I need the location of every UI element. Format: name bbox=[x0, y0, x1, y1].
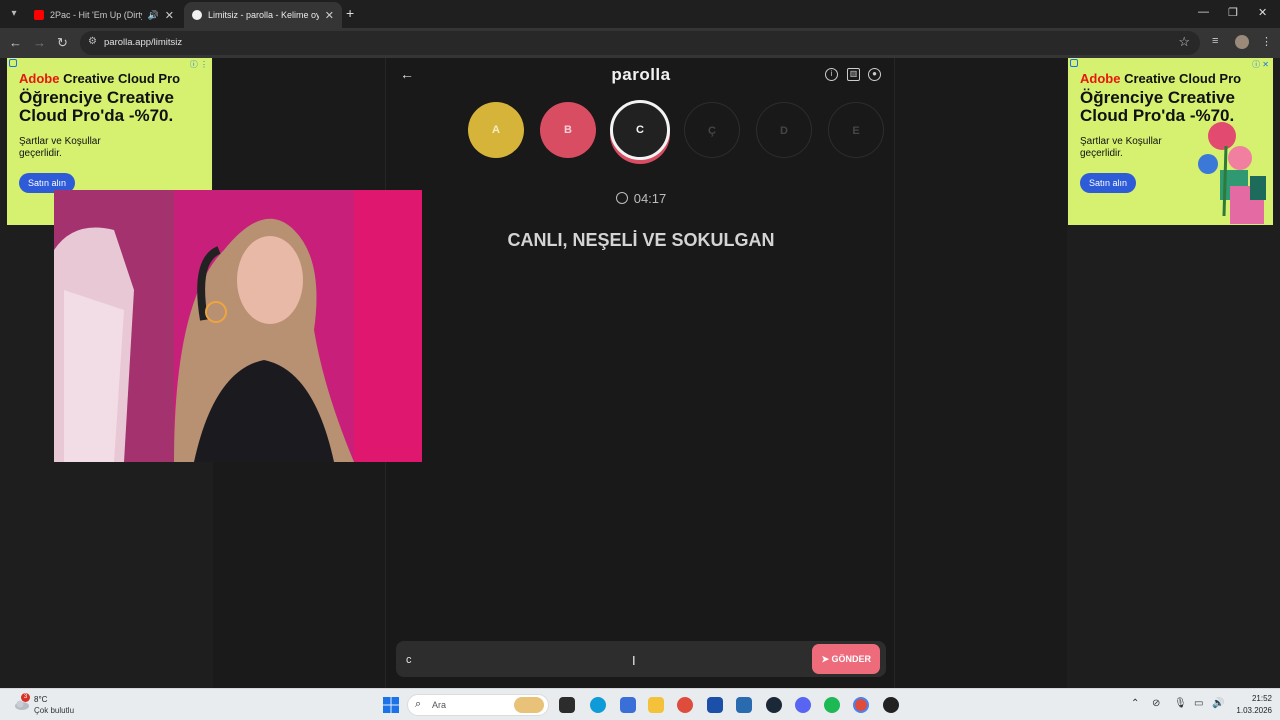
page-viewport: ⓘ ⋮ Adobe Creative Cloud Pro Öğrenciye C… bbox=[0, 58, 1280, 688]
app-icon[interactable] bbox=[736, 697, 752, 713]
store-icon[interactable] bbox=[620, 697, 636, 713]
url-text[interactable]: parolla.app/limitsiz bbox=[104, 37, 182, 48]
send-icon: ➤ bbox=[821, 654, 832, 664]
browser-toolbar: ← → ↻ ⚙ parolla.app/limitsiz ☆ ≡ ⋮ bbox=[0, 28, 1280, 58]
timer-value: 04:17 bbox=[633, 191, 667, 206]
text-cursor-icon: I bbox=[632, 653, 636, 668]
steam-icon[interactable] bbox=[766, 697, 782, 713]
chrome-icon[interactable] bbox=[677, 697, 693, 713]
user-profile-icon[interactable]: ● bbox=[868, 68, 881, 81]
tab-title: Limitsiz - parolla - Kelime oyun bbox=[208, 10, 319, 20]
letter-circle-c: C bbox=[610, 100, 670, 160]
search-icon: ⌕ bbox=[415, 698, 422, 710]
bookmark-star-icon[interactable]: ☆ bbox=[1178, 34, 1190, 50]
streamer-webcam-image bbox=[54, 190, 422, 462]
stats-chart-icon[interactable]: ▥ bbox=[847, 68, 860, 81]
browser-tab-parolla[interactable]: Limitsiz - parolla - Kelime oyun ✕ bbox=[184, 2, 342, 28]
network-icon[interactable]: ⊘ bbox=[1152, 698, 1160, 709]
letter-circle-c-cedilla: Ç bbox=[684, 102, 740, 158]
browser-tab-youtube[interactable]: 2Pac - Hit 'Em Up (Dirty) (M 🔊 ✕ bbox=[26, 2, 182, 28]
reading-list-icon[interactable]: ≡ bbox=[1212, 35, 1218, 47]
close-tab-icon[interactable]: ✕ bbox=[325, 9, 334, 22]
clue-text: CANLI, NEŞELİ VE SOKULGAN bbox=[507, 230, 775, 250]
file-explorer-icon[interactable] bbox=[648, 697, 664, 713]
new-tab-button[interactable]: + bbox=[346, 6, 354, 20]
windows-start-icon[interactable] bbox=[383, 697, 399, 713]
spotify-icon[interactable] bbox=[824, 697, 840, 713]
ad-cta-button[interactable]: Satın alın bbox=[1080, 173, 1137, 193]
letter-circle-b: B bbox=[540, 102, 596, 158]
ad-brand: Adobe Creative Cloud Pro bbox=[1080, 71, 1242, 86]
parolla-game-panel: ← parolla i ▥ ● A B C Ç D E 04:17 CANLI,… bbox=[385, 58, 895, 688]
ad-choices-icon[interactable]: ⓘ ✕ bbox=[1252, 59, 1269, 70]
tray-overflow-icon[interactable]: ⌃ bbox=[1131, 698, 1139, 709]
discord-icon[interactable] bbox=[795, 697, 811, 713]
forward-arrow-icon[interactable]: → bbox=[33, 34, 46, 52]
info-icon[interactable]: i bbox=[825, 68, 838, 81]
address-bar[interactable]: ⚙ parolla.app/limitsiz ☆ bbox=[80, 31, 1200, 55]
ad-headline: Öğrenciye Creative Cloud Pro'da -%70. bbox=[19, 88, 174, 125]
webcam-overlay bbox=[54, 190, 422, 462]
ad-choices-icon[interactable]: ⓘ ⋮ bbox=[190, 59, 208, 70]
menu-dots-icon[interactable]: ⋮ bbox=[1261, 35, 1272, 48]
clock-icon bbox=[615, 192, 628, 204]
ad-artwork-image bbox=[1198, 122, 1266, 224]
browser-tab-strip: ▾ 2Pac - Hit 'Em Up (Dirty) (M 🔊 ✕ Limit… bbox=[0, 0, 1280, 28]
close-window-icon[interactable]: ✕ bbox=[1258, 6, 1267, 19]
restore-window-icon[interactable]: ❐ bbox=[1228, 6, 1238, 19]
app-logo[interactable]: parolla bbox=[386, 65, 896, 85]
letter-circle-d: D bbox=[756, 102, 812, 158]
task-view-icon[interactable] bbox=[559, 697, 575, 713]
obs-icon[interactable] bbox=[883, 697, 899, 713]
letter-circle-a: A bbox=[468, 102, 524, 158]
weather-temperature[interactable]: 8°C bbox=[34, 695, 47, 704]
minimize-window-icon[interactable]: — bbox=[1198, 6, 1209, 18]
chrome-active-icon[interactable] bbox=[853, 697, 869, 713]
reload-icon[interactable]: ↻ bbox=[57, 34, 68, 52]
volume-icon[interactable]: 🔊 bbox=[1212, 698, 1224, 709]
back-arrow-icon[interactable]: ← bbox=[9, 34, 22, 52]
ad-brand: Adobe Creative Cloud Pro bbox=[19, 71, 181, 86]
send-answer-button[interactable]: ➤ GÖNDER bbox=[812, 644, 880, 674]
tab-title: 2Pac - Hit 'Em Up (Dirty) (M bbox=[50, 10, 142, 20]
answer-form: I ➤ GÖNDER bbox=[396, 641, 886, 677]
search-placeholder: Ara bbox=[432, 700, 447, 710]
ad-logo-icon bbox=[1070, 59, 1078, 67]
microsoft-store-icon[interactable] bbox=[707, 697, 723, 713]
countdown-timer: 04:17 bbox=[386, 191, 896, 206]
tab-search-button[interactable]: ▾ bbox=[4, 4, 24, 24]
letter-wheel: A B C Ç D E bbox=[386, 100, 896, 162]
parolla-favicon-icon bbox=[192, 10, 202, 20]
taskbar: 3 8°C Çok bulutlu ⌕ Ara ⌃ ⊘ 🎙 ▭ 🔊 21:52 … bbox=[0, 688, 1280, 720]
youtube-icon bbox=[34, 10, 44, 20]
taskbar-search[interactable]: ⌕ Ara bbox=[407, 694, 549, 716]
weather-description[interactable]: Çok bulutlu bbox=[34, 706, 74, 715]
edge-browser-icon[interactable] bbox=[590, 697, 606, 713]
profile-avatar[interactable] bbox=[1235, 35, 1249, 49]
close-tab-icon[interactable]: ✕ bbox=[165, 9, 174, 22]
answer-input[interactable] bbox=[406, 651, 796, 669]
search-highlight-icon bbox=[514, 697, 544, 713]
ad-banner-right[interactable]: ⓘ ✕ Adobe Creative Cloud Pro Öğrenciye C… bbox=[1068, 58, 1273, 225]
site-info-icon[interactable]: ⚙ bbox=[88, 36, 97, 47]
ad-logo-icon bbox=[9, 59, 17, 67]
display-icon[interactable]: ▭ bbox=[1194, 698, 1203, 709]
speaker-icon[interactable]: 🔊 bbox=[148, 10, 159, 21]
letter-circle-e: E bbox=[828, 102, 884, 158]
clock-time[interactable]: 21:52 bbox=[1246, 694, 1272, 703]
right-gutter bbox=[895, 58, 1067, 688]
microphone-icon[interactable]: 🎙 bbox=[1174, 698, 1187, 709]
ad-terms: Şartlar ve Koşullar geçerlidir. bbox=[19, 136, 101, 159]
clock-date[interactable]: 1.03.2026 bbox=[1232, 706, 1272, 715]
weather-badge: 3 bbox=[21, 693, 30, 702]
